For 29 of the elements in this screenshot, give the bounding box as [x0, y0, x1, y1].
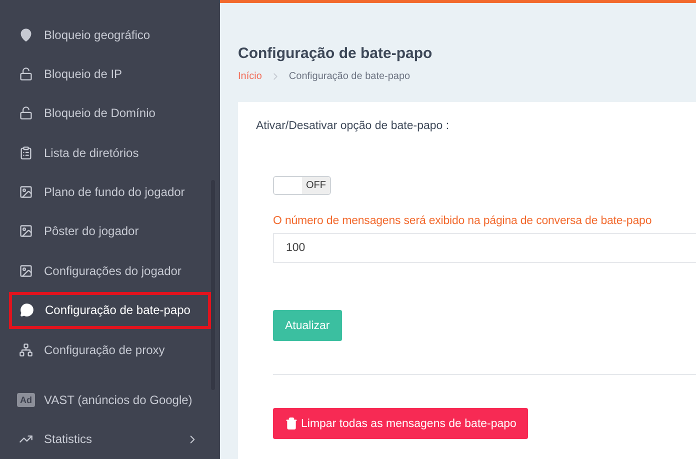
trash-icon [285, 417, 298, 430]
sidebar-item[interactable]: Configurações do jogador [9, 252, 207, 290]
image-icon [19, 264, 33, 278]
sidebar-item[interactable]: Statistics [9, 420, 207, 458]
sidebar-item[interactable]: Ad VAST (anúncios do Google) [9, 381, 207, 419]
sidebar-item[interactable]: Bloqueio geográfico [9, 16, 207, 54]
image-icon [19, 224, 33, 238]
sidebar-item[interactable]: Bloqueio de Domínio [9, 94, 207, 132]
breadcrumb-current: Configuração de bate-papo [288, 71, 410, 82]
speech-bubble-icon [20, 303, 34, 318]
sidebar-item[interactable]: Pôster do jogador [9, 212, 207, 250]
padlock-icon [19, 67, 33, 82]
sidebar-item[interactable]: Lista de diretórios [9, 134, 207, 172]
ad-badge: Ad [17, 393, 35, 407]
network-icon [19, 342, 33, 357]
input-field[interactable]: 100 [273, 233, 696, 263]
toggle-switch[interactable]: OFF [273, 176, 331, 195]
sidebar-item[interactable]: Plano de fundo do jogador [9, 173, 207, 211]
image-icon [19, 185, 33, 200]
sidebar-item[interactable]: Configuração de bate-papo [9, 292, 211, 329]
clipboard-icon [19, 146, 33, 160]
field-label: O número de mensagens será exibido na página de conversa de bate-papo [273, 215, 653, 227]
sidebar-item[interactable]: Configuração de proxy [9, 330, 207, 368]
pin-icon [19, 28, 33, 42]
padlock-icon [19, 106, 33, 120]
page-title: Configuração de bate-papo [238, 45, 434, 62]
toggle-label: Ativar/Desativar opção de bate-papo : [256, 120, 450, 132]
clear-button[interactable]: Limpar todas as mensagens de bate-papo [273, 408, 528, 439]
sidebar-item[interactable]: Bloqueio de IP [9, 55, 207, 93]
